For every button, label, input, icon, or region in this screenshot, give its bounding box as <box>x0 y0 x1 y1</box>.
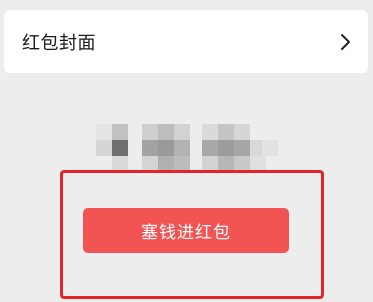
pixelated-amount <box>96 124 278 174</box>
red-packet-cover-label: 红包封面 <box>22 32 96 54</box>
red-packet-cover-row[interactable]: 红包封面 <box>4 10 368 73</box>
chevron-right-icon <box>336 33 354 51</box>
send-money-to-red-packet-button[interactable]: 塞钱进红包 <box>83 208 289 253</box>
